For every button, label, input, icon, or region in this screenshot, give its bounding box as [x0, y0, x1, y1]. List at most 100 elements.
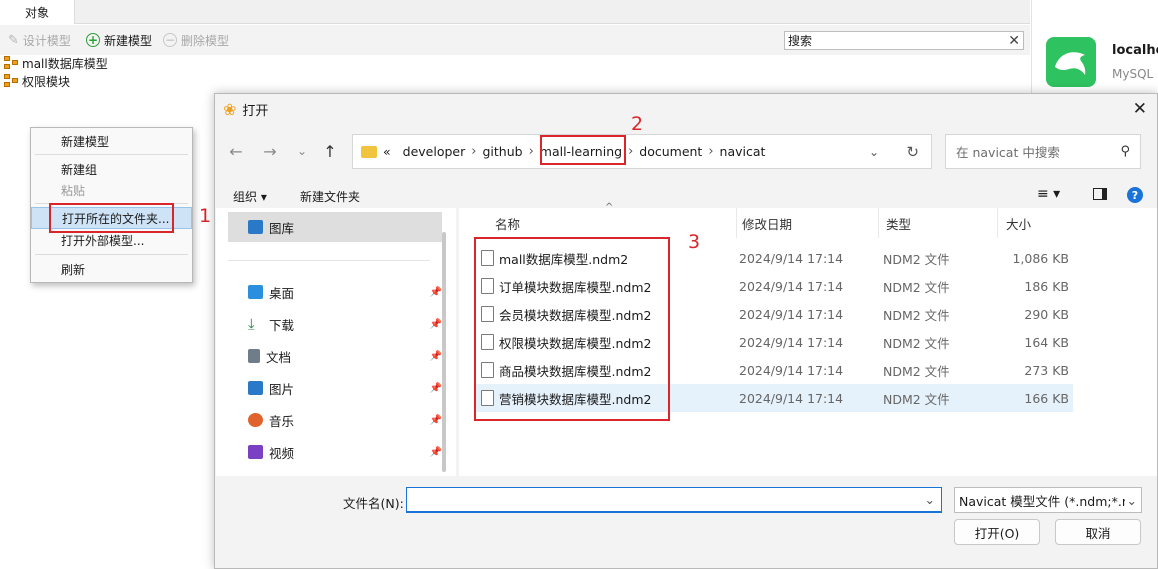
organize-button[interactable]: 组织 ▾: [233, 188, 267, 205]
object-tab-bar: 对象: [0, 0, 1030, 24]
sidebar-item-label: 图片: [269, 381, 295, 397]
folder-icon: [361, 145, 377, 158]
column-header-label: 名称: [495, 216, 521, 232]
menu-item-new-model[interactable]: 新建模型: [31, 130, 192, 152]
music-icon: [248, 413, 263, 427]
plus-circle-icon: +: [86, 33, 100, 47]
breadcrumb-github[interactable]: github: [476, 144, 528, 159]
sidebar-item-pictures[interactable]: 图片 📌: [228, 373, 442, 403]
menu-item-new-group[interactable]: 新建组: [31, 158, 192, 180]
recent-chevron-down-icon[interactable]: ⌄: [292, 141, 312, 161]
annotation-box-1: [49, 203, 174, 233]
tree-item-permission-module[interactable]: 权限模块: [4, 72, 70, 90]
annotation-number-2: 2: [631, 113, 644, 135]
filename-chevron-down-icon[interactable]: ⌄: [925, 492, 935, 507]
breadcrumb-document[interactable]: document: [633, 144, 708, 159]
column-header-date[interactable]: 修改日期: [734, 208, 879, 238]
new-model-label: 新建模型: [104, 33, 153, 48]
pin-icon[interactable]: 📌: [430, 319, 442, 330]
tree-item-mall-model[interactable]: mall数据库模型: [4, 54, 108, 72]
sidebar-item-label: 视频: [269, 445, 295, 461]
filetype-select[interactable]: Navicat 模型文件 (*.ndm;*.nd ⌄: [954, 487, 1142, 513]
desktop-icon: [248, 285, 263, 299]
document-icon: [248, 349, 260, 363]
menu-item-label: 粘贴: [61, 183, 86, 198]
back-arrow-icon[interactable]: ←: [226, 141, 246, 161]
column-header-type[interactable]: 类型: [878, 208, 998, 238]
annotation-box-3: [474, 237, 670, 421]
sidebar-item-videos[interactable]: 视频 📌: [228, 437, 442, 467]
file-type: NDM2 文件: [883, 307, 950, 323]
view-options-icon[interactable]: ≡ ▾: [1037, 186, 1060, 202]
annotation-number-1: 1: [199, 205, 212, 227]
preview-pane-icon[interactable]: [1093, 188, 1107, 200]
object-search-field[interactable]: 搜索 ✕: [784, 31, 1024, 50]
dialog-title-bar: ❀ 打开: [215, 94, 1157, 124]
up-arrow-icon[interactable]: ↑: [320, 141, 340, 161]
breadcrumb-developer[interactable]: developer: [397, 144, 472, 159]
dialog-bottom-bar: 文件名(N): ⌄ Navicat 模型文件 (*.ndm;*.nd ⌄ 打开(…: [215, 476, 1157, 568]
pin-icon[interactable]: 📌: [430, 351, 442, 362]
file-size: 166 KB: [1024, 390, 1069, 406]
menu-item-refresh[interactable]: 刷新: [31, 258, 192, 280]
address-bar[interactable]: « developer › github › mall-learning › d…: [352, 134, 932, 169]
delete-model-button[interactable]: − 删除模型: [163, 30, 229, 50]
download-icon: ⤓: [248, 315, 255, 333]
file-size: 164 KB: [1024, 334, 1069, 350]
column-header-label: 修改日期: [742, 216, 793, 232]
video-icon: [248, 445, 263, 459]
breadcrumb-overflow[interactable]: «: [377, 144, 397, 159]
refresh-icon[interactable]: ↻: [906, 143, 919, 161]
column-header-size[interactable]: 大小: [998, 208, 1074, 238]
cancel-button-label: 取消: [1085, 525, 1111, 541]
navigation-pane: 图库 桌面 📌 ⤓ 下载 📌 文档 📌 图片 📌 音乐 📌 视频 📌: [216, 208, 456, 476]
gallery-icon: [248, 220, 263, 234]
sidebar-item-documents[interactable]: 文档 📌: [228, 341, 442, 371]
minus-circle-icon: −: [163, 33, 177, 47]
dialog-title: 打开: [242, 103, 269, 119]
menu-item-paste[interactable]: 粘贴: [31, 179, 192, 201]
new-folder-button[interactable]: 新建文件夹: [300, 188, 360, 205]
open-button[interactable]: 打开(O): [954, 519, 1040, 545]
address-chevron-down-icon[interactable]: ⌄: [869, 145, 879, 159]
file-type: NDM2 文件: [883, 335, 950, 351]
pencil-icon: ✎: [8, 32, 19, 48]
sidebar-item-desktop[interactable]: 桌面 📌: [228, 277, 442, 307]
sidebar-item-label: 文档: [266, 349, 292, 365]
sidebar-item-downloads[interactable]: ⤓ 下载 📌: [228, 309, 442, 339]
tab-objects[interactable]: 对象: [0, 0, 75, 24]
tab-objects-label: 对象: [24, 5, 49, 20]
open-file-dialog: ❀ 打开 ✕ ← → ⌄ ↑ « developer › github › ma…: [214, 93, 1158, 569]
cancel-button[interactable]: 取消: [1055, 519, 1141, 545]
sidebar-item-music[interactable]: 音乐 📌: [228, 405, 442, 435]
pin-icon[interactable]: 📌: [430, 447, 442, 458]
design-model-button[interactable]: ✎ 设计模型: [8, 30, 71, 50]
file-type: NDM2 文件: [883, 251, 950, 267]
file-date: 2024/9/14 17:14: [739, 334, 844, 350]
sort-up-icon: ^: [605, 202, 614, 213]
close-icon[interactable]: ✕: [1133, 99, 1147, 119]
help-icon[interactable]: ?: [1127, 187, 1143, 203]
pin-icon[interactable]: 📌: [430, 287, 442, 298]
new-model-button[interactable]: + 新建模型: [86, 30, 152, 50]
sidebar-item-gallery[interactable]: 图库: [228, 212, 442, 242]
sidebar-scrollbar[interactable]: [442, 232, 446, 472]
pin-icon[interactable]: 📌: [430, 415, 442, 426]
file-size: 273 KB: [1024, 362, 1069, 378]
sidebar-item-label: 图库: [269, 220, 295, 236]
breadcrumb-navicat[interactable]: navicat: [714, 144, 772, 159]
tree-item-label: mall数据库模型: [22, 56, 108, 71]
clear-search-icon[interactable]: ✕: [1008, 33, 1020, 49]
dialog-search-field[interactable]: 在 navicat 中搜索 ⚲: [945, 134, 1141, 169]
picture-icon: [248, 381, 263, 395]
pin-icon[interactable]: 📌: [430, 383, 442, 394]
file-type: NDM2 文件: [883, 391, 950, 407]
forward-arrow-icon[interactable]: →: [260, 141, 280, 161]
filename-input[interactable]: ⌄: [406, 487, 942, 513]
mysql-dolphin-icon: [1046, 37, 1096, 87]
model-icon: [4, 74, 20, 88]
sidebar-item-label: 音乐: [269, 413, 295, 429]
tree-item-label: 权限模块: [22, 74, 71, 89]
file-date: 2024/9/14 17:14: [739, 362, 844, 378]
file-size: 1,086 KB: [1012, 250, 1069, 266]
